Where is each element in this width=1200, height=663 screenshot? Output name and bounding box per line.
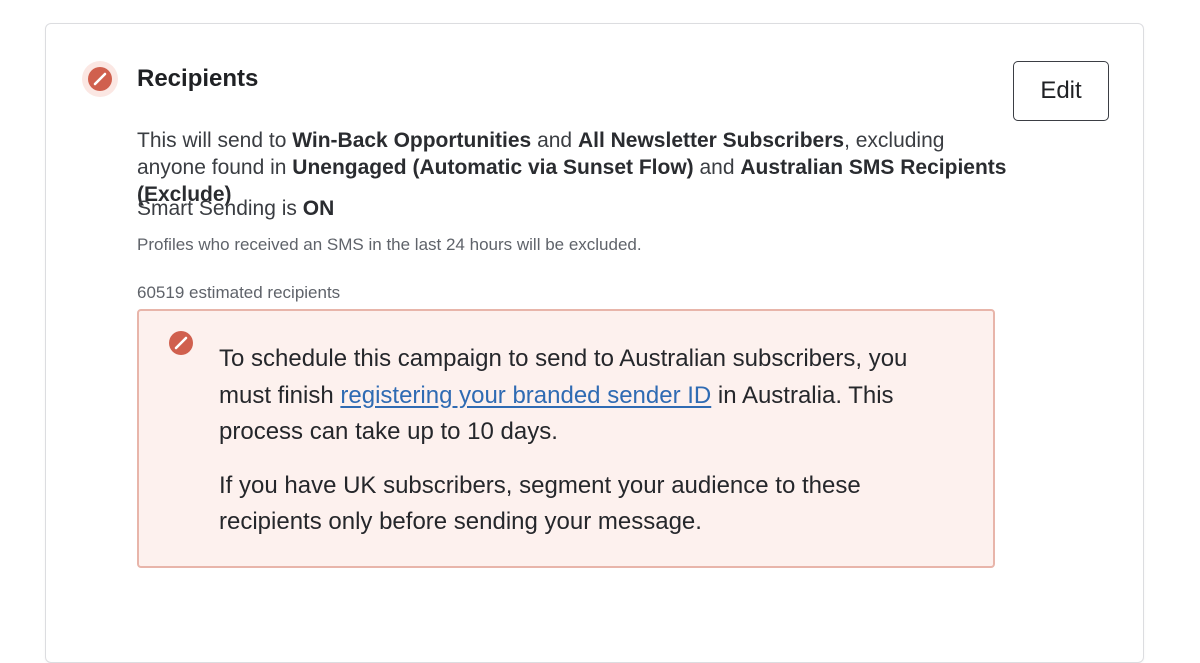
summary-and-2: and bbox=[693, 156, 741, 179]
alert-message: To schedule this campaign to send to Aus… bbox=[219, 341, 959, 541]
edit-button[interactable]: Edit bbox=[1013, 61, 1109, 121]
excluded-list-1: Unengaged (Automatic via Sunset Flow) bbox=[292, 156, 694, 179]
summary-prefix: This will send to bbox=[137, 129, 293, 152]
estimated-recipients: 60519 estimated recipients bbox=[137, 283, 341, 302]
register-sender-id-link[interactable]: registering your branded sender ID bbox=[340, 382, 711, 409]
alert-paragraph-1: To schedule this campaign to send to Aus… bbox=[219, 341, 959, 451]
included-list-1: Win-Back Opportunities bbox=[292, 129, 532, 152]
included-list-2: All Newsletter Subscribers bbox=[577, 129, 845, 152]
summary-and-1: and bbox=[531, 129, 578, 152]
prohibited-icon bbox=[88, 67, 112, 91]
smart-sending-state: ON bbox=[302, 197, 335, 220]
prohibited-icon bbox=[169, 331, 193, 355]
recipients-status-icon-badge bbox=[82, 61, 118, 97]
warning-alert: To schedule this campaign to send to Aus… bbox=[137, 309, 995, 568]
smart-sending-prefix: Smart Sending is bbox=[137, 197, 303, 220]
smart-sending-note: Profiles who received an SMS in the last… bbox=[137, 235, 642, 254]
smart-sending-status: Smart Sending is ON bbox=[137, 195, 334, 222]
section-title: Recipients bbox=[137, 65, 259, 92]
alert-paragraph-2: If you have UK subscribers, segment your… bbox=[219, 471, 861, 536]
